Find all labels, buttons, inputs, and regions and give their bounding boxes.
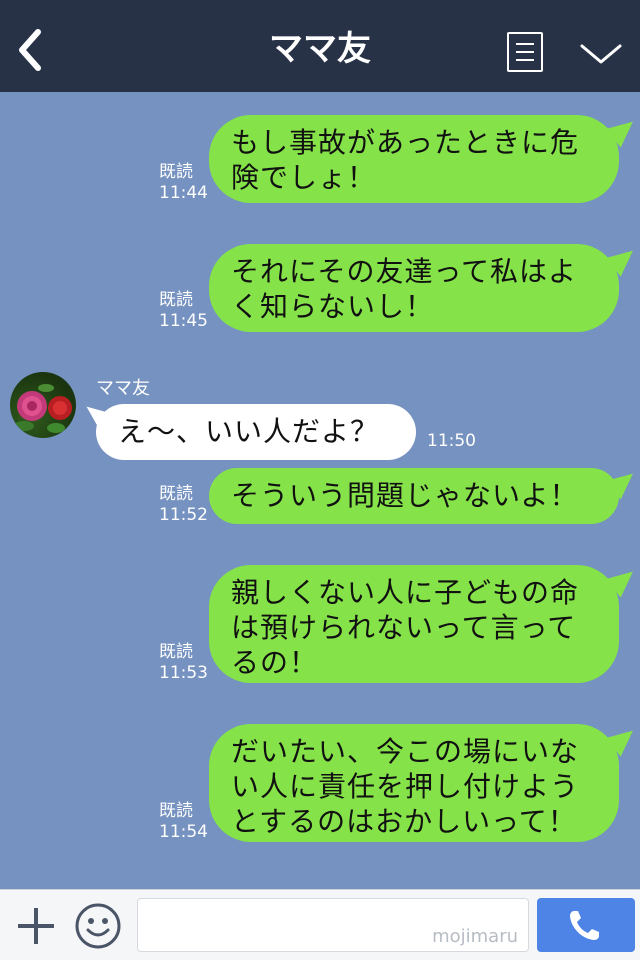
message-bubble-outgoing[interactable]: それにその友達って私はよく知らないし！ (209, 244, 619, 332)
message-time: 11:44 (159, 183, 208, 203)
message-time: 11:52 (159, 505, 208, 525)
watermark-text: mojimaru (432, 926, 518, 947)
message-bubble-incoming[interactable]: え〜、いい人だよ？ (96, 404, 416, 460)
chevron-down-icon (580, 44, 622, 64)
read-label: 既読 (159, 484, 193, 504)
message-bubble-outgoing[interactable]: もし事故があったときに危険でしょ！ (209, 115, 619, 203)
message-text: だいたい、今この場にいない人に責任を押し付けようとするのはおかしいって！ (231, 735, 580, 838)
message-text: そういう問題じゃないよ！ (231, 479, 579, 512)
message-text: もし事故があったときに危険でしょ！ (231, 126, 580, 194)
read-receipt: 既読 11:45 (159, 290, 208, 332)
message-text: え〜、いい人だよ？ (118, 415, 380, 448)
plus-icon (18, 908, 54, 944)
message-bubble-outgoing[interactable]: そういう問題じゃないよ！ (209, 468, 619, 524)
message-text: 親しくない人に子どもの命は預けられないって言ってるの！ (231, 576, 580, 679)
message-input[interactable]: mojimaru (137, 898, 529, 952)
menu-button[interactable] (507, 32, 543, 72)
read-receipt: 既読 11:54 (159, 801, 208, 843)
message-time: 11:54 (159, 822, 208, 842)
message-bubble-outgoing[interactable]: 親しくない人に子どもの命は預けられないって言ってるの！ (209, 565, 619, 683)
read-label: 既読 (159, 162, 193, 182)
chat-header: ママ友 (0, 0, 640, 92)
read-label: 既読 (159, 801, 193, 821)
smiley-icon (75, 903, 121, 949)
read-label: 既読 (159, 290, 193, 310)
read-receipt: 既読 11:53 (159, 642, 208, 684)
chat-title: ママ友 (269, 29, 371, 69)
message-time: 11:53 (159, 663, 208, 683)
message-time: 11:50 (427, 431, 476, 451)
message-input-bar: mojimaru (0, 889, 640, 960)
emoji-button[interactable] (74, 902, 122, 950)
message-bubble-outgoing[interactable]: だいたい、今この場にいない人に責任を押し付けようとするのはおかしいって！ (209, 724, 619, 842)
message-time: 11:45 (159, 311, 208, 331)
sender-name: ママ友 (96, 378, 150, 399)
rose-avatar-image (14, 384, 72, 433)
read-receipt: 既読 11:44 (159, 162, 208, 204)
read-label: 既読 (159, 642, 193, 662)
collapse-button[interactable] (578, 36, 624, 70)
read-receipt: 既読 11:52 (159, 484, 208, 526)
list-icon (516, 43, 534, 45)
message-text: それにその友達って私はよく知らないし！ (231, 255, 578, 323)
add-attachment-button[interactable] (14, 904, 58, 948)
call-button[interactable] (537, 898, 635, 952)
phone-icon (570, 911, 599, 940)
contact-avatar[interactable] (10, 372, 76, 438)
